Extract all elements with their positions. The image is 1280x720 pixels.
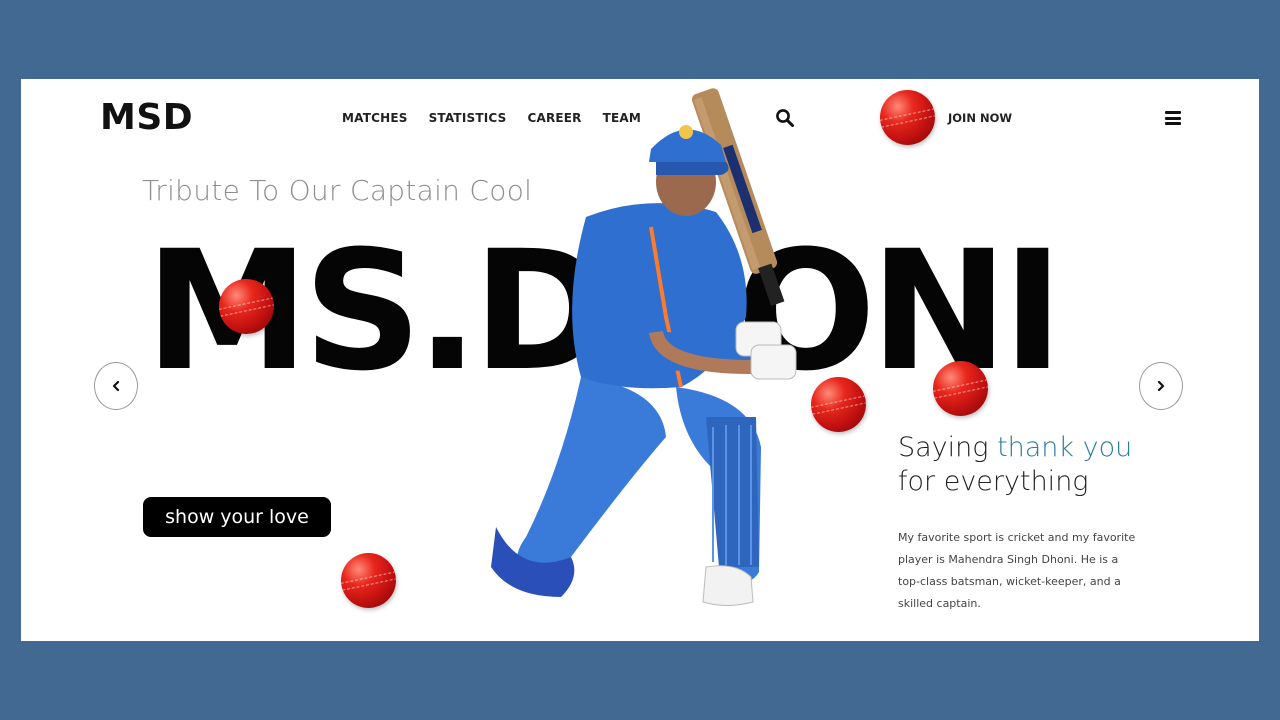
carousel-prev-button[interactable] [94,362,138,410]
join-now-link[interactable]: JOIN NOW [948,111,1012,125]
cricket-ball-icon [219,279,274,334]
show-your-love-button[interactable]: show your love [143,497,331,537]
hamburger-menu-icon[interactable] [1165,111,1181,125]
nav-item-matches[interactable]: MATCHES [342,111,408,125]
brand-logo[interactable]: MSD [100,97,193,138]
cricket-ball-icon [880,90,935,145]
heading-prefix: Saying [898,432,998,463]
hero-card: MSD MATCHES STATISTICS CAREER TEAM JOIN … [21,79,1259,641]
chevron-left-icon [112,380,120,392]
chevron-right-icon [1157,380,1165,392]
thank-you-heading: Saying thank you for everything [898,431,1132,499]
cricket-ball-icon [341,553,396,608]
player-image [491,88,797,606]
cricket-ball-icon [933,361,988,416]
cricket-ball-icon [811,377,866,432]
heading-highlight: thank you [997,432,1133,463]
carousel-next-button[interactable] [1139,362,1183,410]
description-text: My favorite sport is cricket and my favo… [898,531,1136,610]
heading-line2: for everything [898,466,1089,497]
